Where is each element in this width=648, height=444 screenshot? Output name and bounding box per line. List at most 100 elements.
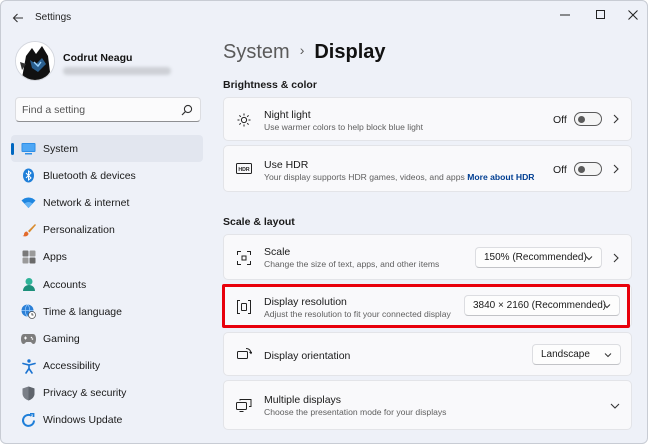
orientation-value: Landscape	[541, 349, 590, 360]
night-light-subtitle: Use warmer colors to help block blue lig…	[264, 122, 424, 132]
resolution-icon	[236, 299, 252, 315]
hdr-toggle[interactable]	[574, 162, 602, 176]
scale-dropdown[interactable]: 150% (Recommended)	[475, 247, 602, 268]
chevron-right-icon[interactable]	[611, 253, 621, 263]
avatar-image	[16, 42, 54, 80]
gamepad-icon	[21, 331, 36, 346]
display-orientation-title: Display orientation	[264, 350, 351, 362]
display-orientation-card: Display orientation Landscape	[223, 332, 632, 376]
section-title-brightness: Brightness & color	[223, 79, 317, 91]
wifi-icon	[21, 195, 36, 210]
brush-icon	[21, 223, 36, 238]
sidebar-item-privacy-security[interactable]: Privacy & security	[11, 380, 203, 407]
blurred-email	[63, 67, 171, 75]
hdr-subtitle-text: Your display supports HDR games, videos,…	[264, 172, 465, 182]
close-button[interactable]	[619, 5, 647, 25]
chevron-right-icon[interactable]	[611, 164, 621, 174]
scale-title: Scale	[264, 246, 291, 258]
breadcrumb-parent[interactable]: System	[223, 41, 290, 63]
user-name: Codrut Neagu	[63, 52, 133, 64]
update-icon	[21, 412, 36, 428]
sidebar-item-label: Personalization	[43, 224, 115, 237]
breadcrumb: System › Display	[223, 41, 386, 64]
display-resolution-title: Display resolution	[264, 296, 347, 308]
section-title-scale-layout: Scale & layout	[223, 216, 295, 228]
scale-card[interactable]: Scale Change the size of text, apps, and…	[223, 234, 632, 280]
night-light-title: Night light	[264, 109, 311, 121]
sidebar-item-time-language[interactable]: Time & language	[11, 298, 203, 325]
globe-clock-icon	[21, 304, 36, 320]
sidebar-item-label: Accounts	[43, 278, 87, 291]
back-button[interactable]	[9, 9, 27, 27]
sidebar-item-gaming[interactable]: Gaming	[11, 325, 203, 352]
toggle-knob	[578, 165, 585, 173]
title-bar: Settings	[1, 1, 647, 33]
scale-value: 150% (Recommended)	[484, 252, 587, 263]
sidebar-item-network[interactable]: Network & internet	[11, 189, 203, 216]
settings-window: Settings Codrut Neagu Find a setting Sys…	[0, 0, 648, 444]
search-icon[interactable]	[181, 104, 193, 116]
page-title: Display	[314, 41, 386, 63]
scale-icon	[236, 250, 252, 266]
sidebar-item-label: System	[43, 142, 79, 155]
sidebar-item-label: Network & internet	[43, 196, 130, 209]
chevron-right-icon[interactable]	[611, 114, 621, 124]
sidebar-item-label: Gaming	[43, 332, 80, 345]
multiple-displays-icon	[236, 397, 252, 413]
chevron-down-icon	[604, 353, 612, 358]
display-resolution-card: Display resolution Adjust the resolution…	[223, 284, 632, 328]
monitor-icon	[21, 141, 36, 156]
more-about-hdr-link[interactable]: More about HDR	[467, 172, 534, 182]
night-light-card[interactable]: Night light Use warmer colors to help bl…	[223, 97, 632, 141]
chevron-down-icon[interactable]	[610, 401, 620, 411]
display-resolution-subtitle: Adjust the resolution to fit your connec…	[264, 309, 451, 319]
avatar[interactable]	[15, 41, 55, 81]
scale-subtitle: Change the size of text, apps, and other…	[264, 259, 440, 269]
resolution-dropdown[interactable]: 3840 × 2160 (Recommended)	[464, 295, 620, 316]
chevron-down-icon	[603, 304, 611, 309]
resolution-value: 3840 × 2160 (Recommended)	[473, 300, 607, 311]
sidebar-item-label: Accessibility	[43, 360, 101, 373]
hdr-icon: HDR	[236, 161, 252, 177]
maximize-button[interactable]	[587, 5, 615, 25]
hdr-subtitle: Your display supports HDR games, videos,…	[264, 172, 535, 182]
sidebar-item-label: Privacy & security	[43, 387, 127, 400]
close-icon	[628, 10, 638, 20]
chevron-down-icon	[585, 256, 593, 261]
sidebar-item-label: Time & language	[43, 305, 122, 318]
sidebar-item-accounts[interactable]: Accounts	[11, 271, 203, 298]
hdr-card[interactable]: HDR Use HDR Your display supports HDR ga…	[223, 145, 632, 192]
bluetooth-icon	[21, 168, 36, 183]
hdr-title: Use HDR	[264, 159, 309, 171]
sidebar-item-bluetooth[interactable]: Bluetooth & devices	[11, 162, 203, 189]
window-title: Settings	[35, 12, 72, 23]
toggle-knob	[578, 115, 585, 123]
hdr-state: Off	[553, 164, 567, 176]
shield-icon	[21, 386, 36, 401]
sidebar-item-system[interactable]: System	[11, 135, 203, 163]
sidebar-item-accessibility[interactable]: Accessibility	[11, 353, 203, 380]
sidebar-item-label: Bluetooth & devices	[43, 169, 136, 182]
multiple-displays-subtitle: Choose the presentation mode for your di…	[264, 407, 447, 417]
apps-icon	[21, 250, 36, 265]
sun-icon	[236, 112, 252, 128]
night-light-state: Off	[553, 114, 567, 126]
sidebar-nav: System Bluetooth & devices Network & int…	[11, 135, 203, 434]
sidebar-item-personalization[interactable]: Personalization	[11, 217, 203, 244]
orientation-icon	[236, 347, 252, 363]
maximize-icon	[596, 10, 605, 19]
arrow-left-icon	[12, 13, 23, 23]
minimize-icon	[560, 14, 570, 16]
multiple-displays-title: Multiple displays	[264, 394, 342, 406]
search-box[interactable]	[15, 97, 201, 122]
search-input[interactable]	[22, 102, 172, 118]
svg-text:HDR: HDR	[238, 167, 249, 173]
orientation-dropdown[interactable]: Landscape	[532, 344, 621, 365]
minimize-button[interactable]	[551, 5, 579, 25]
night-light-toggle[interactable]	[574, 112, 602, 126]
sidebar-item-apps[interactable]: Apps	[11, 244, 203, 271]
sidebar-item-windows-update[interactable]: Windows Update	[11, 407, 203, 434]
breadcrumb-separator: ›	[299, 42, 305, 58]
multiple-displays-card[interactable]: Multiple displays Choose the presentatio…	[223, 380, 632, 430]
accessibility-icon	[21, 358, 36, 374]
